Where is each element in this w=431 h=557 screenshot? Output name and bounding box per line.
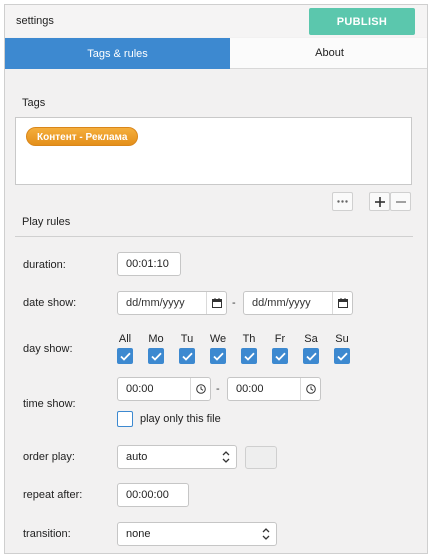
day-label-tu: Tu bbox=[180, 333, 194, 345]
day-label-we: We bbox=[209, 333, 227, 345]
checkbox-all[interactable] bbox=[117, 348, 133, 364]
checkbox-th[interactable] bbox=[241, 348, 257, 364]
order-play-value: auto bbox=[126, 451, 148, 463]
tab-bar: Tags & rules About bbox=[5, 38, 427, 69]
duration-value: 00:01:10 bbox=[126, 258, 169, 270]
select-arrows-icon bbox=[222, 451, 230, 463]
date-from-placeholder: dd/mm/yyyy bbox=[126, 297, 185, 309]
transition-label: transition: bbox=[23, 528, 71, 540]
order-play-extra-box[interactable] bbox=[245, 446, 277, 469]
tags-box[interactable]: Контент - Реклама bbox=[15, 117, 412, 185]
more-options-button[interactable] bbox=[332, 192, 353, 211]
transition-select[interactable]: none bbox=[117, 522, 277, 546]
order-play-label: order play: bbox=[23, 451, 75, 463]
checkbox-sa[interactable] bbox=[303, 348, 319, 364]
repeat-after-value: 00:00:00 bbox=[126, 489, 169, 501]
minus-icon bbox=[395, 200, 406, 203]
checkmark-icon bbox=[243, 352, 255, 361]
date-show-label: date show: bbox=[23, 297, 77, 309]
day-label-fr: Fr bbox=[274, 333, 286, 345]
checkbox-su[interactable] bbox=[334, 348, 350, 364]
add-tag-button[interactable] bbox=[369, 192, 390, 211]
date-range-separator: - bbox=[232, 297, 236, 309]
section-divider bbox=[15, 236, 413, 237]
date-to-placeholder: dd/mm/yyyy bbox=[252, 297, 311, 309]
date-to-field[interactable]: dd/mm/yyyy bbox=[243, 291, 353, 315]
checkbox-we[interactable] bbox=[210, 348, 226, 364]
checkbox-mo[interactable] bbox=[148, 348, 164, 364]
date-from-field[interactable]: dd/mm/yyyy bbox=[117, 291, 227, 315]
duration-label: duration: bbox=[23, 259, 66, 271]
ellipsis-icon bbox=[337, 200, 348, 203]
clock-icon[interactable] bbox=[300, 378, 320, 400]
time-show-label: time show: bbox=[23, 398, 76, 410]
play-only-this-file-checkbox[interactable] bbox=[117, 411, 133, 427]
checkmark-icon bbox=[305, 352, 317, 361]
tags-heading: Tags bbox=[22, 97, 46, 109]
time-range-separator: - bbox=[216, 383, 220, 395]
checkmark-icon bbox=[212, 352, 224, 361]
settings-panel: settings PUBLISH Tags & rules About Tags… bbox=[4, 4, 428, 554]
tab-tags-rules[interactable]: Tags & rules bbox=[5, 38, 230, 69]
checkmark-icon bbox=[119, 352, 131, 361]
clock-icon[interactable] bbox=[190, 378, 210, 400]
top-bar: settings PUBLISH bbox=[5, 5, 427, 37]
checkmark-icon bbox=[274, 352, 286, 361]
play-rules-heading: Play rules bbox=[22, 216, 71, 228]
tab-about[interactable]: About bbox=[230, 38, 427, 69]
order-play-select[interactable]: auto bbox=[117, 445, 237, 469]
checkmark-icon bbox=[336, 352, 348, 361]
select-arrows-icon bbox=[262, 528, 270, 540]
tag-chip[interactable]: Контент - Реклама bbox=[26, 127, 139, 146]
publish-button[interactable]: PUBLISH bbox=[309, 8, 415, 35]
day-label-sa: Sa bbox=[304, 333, 318, 345]
time-from-value: 00:00 bbox=[126, 383, 154, 395]
repeat-after-field[interactable]: 00:00:00 bbox=[117, 483, 189, 507]
time-to-field[interactable]: 00:00 bbox=[227, 377, 321, 401]
day-show-label: day show: bbox=[23, 343, 73, 355]
play-only-this-file-label: play only this file bbox=[140, 413, 221, 425]
day-label-th: Th bbox=[242, 333, 256, 345]
checkbox-tu[interactable] bbox=[179, 348, 195, 364]
remove-tag-button[interactable] bbox=[390, 192, 411, 211]
repeat-after-label: repeat after: bbox=[23, 489, 83, 501]
day-label-all: All bbox=[118, 333, 132, 345]
day-label-su: Su bbox=[335, 333, 349, 345]
calendar-icon[interactable] bbox=[206, 292, 226, 314]
duration-field[interactable]: 00:01:10 bbox=[117, 252, 181, 276]
transition-value: none bbox=[126, 528, 151, 540]
plus-icon bbox=[374, 196, 385, 207]
checkbox-fr[interactable] bbox=[272, 348, 288, 364]
panel-title: settings bbox=[16, 15, 54, 27]
time-from-field[interactable]: 00:00 bbox=[117, 377, 211, 401]
time-to-value: 00:00 bbox=[236, 383, 264, 395]
checkmark-icon bbox=[150, 352, 162, 361]
checkmark-icon bbox=[181, 352, 193, 361]
day-label-mo: Mo bbox=[148, 333, 164, 345]
calendar-icon[interactable] bbox=[332, 292, 352, 314]
